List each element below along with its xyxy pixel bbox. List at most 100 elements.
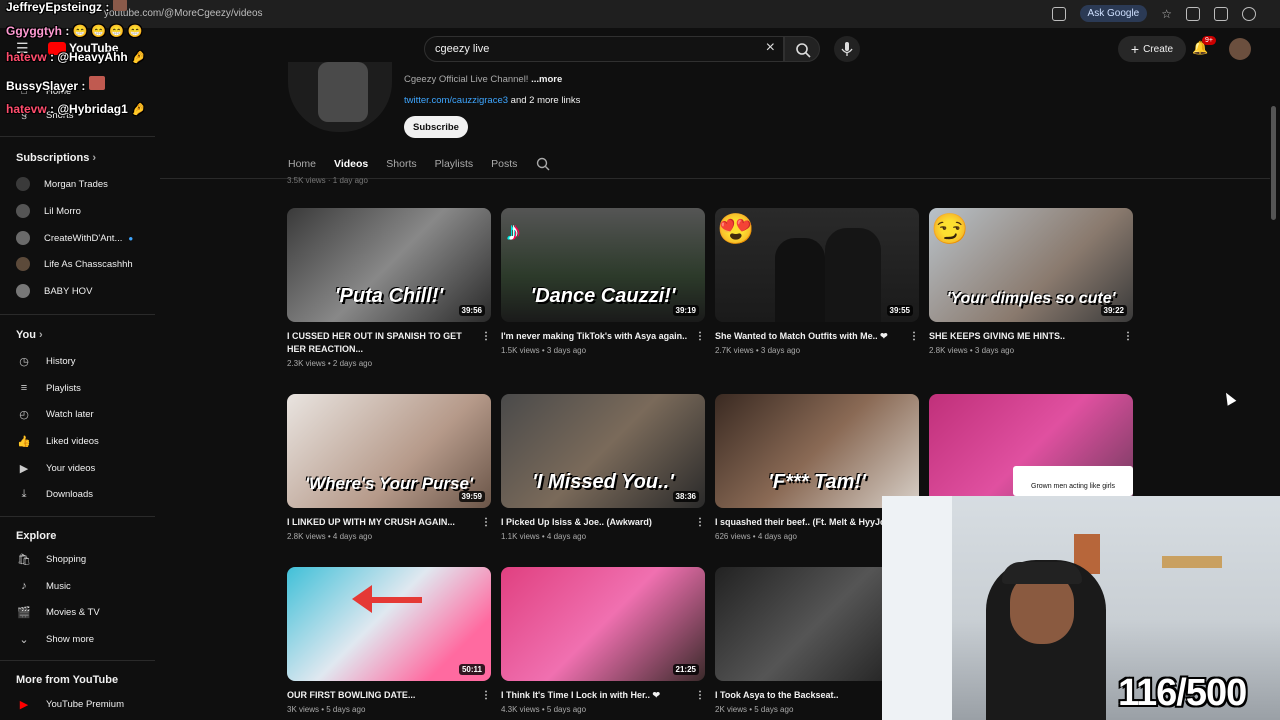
sidebar-item-premium[interactable]: ▶ YouTube Premium	[16, 695, 124, 713]
tab-videos[interactable]: Videos	[334, 158, 368, 170]
tab-posts[interactable]: Posts	[491, 158, 517, 170]
video-title[interactable]: I'm never making TikTok's with Asya agai…	[501, 330, 705, 343]
more-options-icon[interactable]: ⋮	[695, 330, 705, 343]
sidebar-item-history[interactable]: ◷ History	[16, 352, 76, 370]
video-card[interactable]: 'Where's Your Purse' 39:59 I LINKED UP W…	[287, 394, 491, 541]
voice-search-button[interactable]	[834, 36, 860, 62]
video-title[interactable]: I Think It's Time I Lock in with Her.. ❤…	[501, 689, 705, 702]
video-title[interactable]: OUR FIRST BOWLING DATE... ⋮	[287, 689, 491, 702]
heart-eyes-emoji-icon: 😍	[717, 213, 755, 246]
channel-search-icon[interactable]	[535, 156, 551, 172]
video-thumbnail[interactable]: 'Puta Chill!' 39:56	[287, 208, 491, 322]
more-link[interactable]: ...more	[528, 74, 562, 85]
thumbnail-person	[825, 228, 881, 322]
chevron-down-icon: ⌄	[19, 633, 29, 646]
sidebar-item-label: Music	[46, 580, 71, 592]
tab-shorts[interactable]: Shorts	[386, 158, 416, 170]
search-button[interactable]	[784, 36, 820, 62]
playlists-icon: ≡	[20, 382, 28, 394]
sidebar-item-watch-later[interactable]: ◴ Watch later	[16, 405, 94, 423]
ask-google-label: Ask Google	[1087, 8, 1140, 19]
tab-playlists[interactable]: Playlists	[435, 158, 474, 170]
sidebar-item-subscription[interactable]: CreateWithD'Ant... ●	[16, 229, 133, 247]
more-options-icon[interactable]: ⋮	[909, 330, 919, 343]
plus-icon: +	[1130, 41, 1140, 57]
sidebar-item-show-more[interactable]: ⌄ Show more	[16, 630, 94, 648]
video-card[interactable]: 50:11 OUR FIRST BOWLING DATE... ⋮ 3K view…	[287, 567, 491, 714]
sidebar-item-label: Movies & TV	[46, 606, 100, 618]
ask-google-button[interactable]: Ask Google	[1079, 5, 1148, 22]
video-thumbnail[interactable]: 'I Missed You..' 38:36	[501, 394, 705, 508]
sidebar-item-music[interactable]: ♪ Music	[16, 577, 71, 595]
search-box[interactable]: cgeezy live ×	[424, 36, 784, 62]
video-thumbnail[interactable]: 50:11	[287, 567, 491, 681]
sidebar-item-movies[interactable]: 🎬 Movies & TV	[16, 603, 100, 621]
video-title[interactable]: SHE KEEPS GIVING ME HINTS.. ⋮	[929, 330, 1133, 343]
channel-avatar-large[interactable]	[288, 62, 392, 132]
more-options-icon[interactable]: ⋮	[481, 330, 491, 343]
sidebar-item-shopping[interactable]: 🛍 Shopping	[16, 550, 86, 568]
channel-description[interactable]: Cgeezy Official Live Channel! ...more	[404, 74, 562, 85]
video-title-text: I Think It's Time I Lock in with Her.. ❤	[501, 690, 661, 700]
video-thumbnail[interactable]: Grown men acting like girls	[929, 394, 1133, 508]
video-card[interactable]: 'Puta Chill!' 39:56 I CUSSED HER OUT IN …	[287, 208, 491, 368]
sidebar-item-your-videos[interactable]: ▶ Your videos	[16, 459, 96, 477]
video-thumbnail[interactable]: 21:25	[501, 567, 705, 681]
clear-search-icon[interactable]: ×	[766, 39, 775, 57]
you-header[interactable]: You ›	[16, 329, 43, 341]
channel-tabs: Home Videos Shorts Playlists Posts	[288, 156, 551, 172]
side-panel-icon[interactable]	[1214, 6, 1228, 21]
address-bar[interactable]: youtube.com/@MoreCgeezy/videos	[104, 8, 263, 19]
create-button[interactable]: + Create	[1118, 36, 1186, 62]
search-input[interactable]: cgeezy live	[435, 43, 489, 55]
account-avatar[interactable]	[1229, 38, 1251, 60]
sidebar: ⌂ Home § Shorts Subscriptions › Morgan Tra…	[0, 68, 160, 720]
sidebar-divider	[0, 660, 155, 661]
sidebar-item-playlists[interactable]: ≡ Playlists	[16, 379, 81, 397]
more-options-icon[interactable]: ⋮	[481, 516, 491, 529]
extensions-icon[interactable]	[1186, 6, 1200, 21]
video-thumbnail[interactable]: 😍 39:55	[715, 208, 919, 322]
video-card[interactable]: 'I Missed You..' 38:36 I Picked Up Isiss…	[501, 394, 705, 541]
video-card[interactable]: 😏 'Your dimples so cute' 39:22 SHE KEEPS…	[929, 208, 1133, 355]
sidebar-item-liked-videos[interactable]: 👍 Liked videos	[16, 432, 99, 450]
bookmark-star-icon[interactable]: ☆	[1161, 7, 1172, 21]
more-options-icon[interactable]: ⋮	[481, 689, 491, 702]
sidebar-item-subscription[interactable]: Morgan Trades	[16, 175, 108, 193]
subscribe-button[interactable]: Subscribe	[404, 116, 468, 138]
sidebar-item-subscription[interactable]: Lil Morro	[16, 202, 81, 220]
more-options-icon[interactable]: ⋮	[695, 516, 705, 529]
sidebar-item-subscription[interactable]: BABY HOV	[16, 282, 92, 300]
video-thumbnail[interactable]: ♪ 'Dance Cauzzi!' 39:19	[501, 208, 705, 322]
video-thumbnail[interactable]: 'Where's Your Purse' 39:59	[287, 394, 491, 508]
channel-link[interactable]: twitter.com/cauzzigrace3	[404, 95, 508, 106]
chat-separator: :	[62, 24, 73, 38]
sidebar-item-label: History	[46, 355, 76, 367]
video-thumbnail[interactable]: 'F*** Tam!'	[715, 394, 919, 508]
video-card[interactable]: 21:25 I Think It's Time I Lock in with H…	[501, 567, 705, 714]
subscription-label: CreateWithD'Ant...	[44, 232, 123, 244]
more-options-icon[interactable]: ⋮	[695, 689, 705, 702]
video-card[interactable]: 😍 39:55 She Wanted to Match Outfits with…	[715, 208, 919, 355]
video-meta: 3K views • 5 days ago	[287, 705, 366, 714]
video-card[interactable]: Grown men acting like girls	[929, 394, 1133, 508]
sidebar-item-downloads[interactable]: ⤓ Downloads	[16, 485, 93, 503]
video-card[interactable]: ♪ 'Dance Cauzzi!' 39:19 I'm never making…	[501, 208, 705, 355]
video-title[interactable]: She Wanted to Match Outfits with Me.. ❤ ⋮	[715, 330, 919, 343]
chat-message: JeffreyEpsteingz :	[6, 0, 127, 14]
page-scrollbar[interactable]	[1271, 106, 1276, 220]
profile-icon[interactable]	[1242, 6, 1256, 21]
video-title[interactable]: I CUSSED HER OUT IN SPANISH TO GET HER R…	[287, 330, 491, 356]
more-options-icon[interactable]: ⋮	[1123, 330, 1133, 343]
video-title[interactable]: I LINKED UP WITH MY CRUSH AGAIN... ⋮	[287, 516, 491, 529]
sidebar-item-label: YouTube Premium	[46, 698, 124, 710]
video-thumbnail[interactable]: 😏 'Your dimples so cute' 39:22	[929, 208, 1133, 322]
more-links-link[interactable]: and 2 more links	[508, 95, 581, 106]
subscriber-goal-counter: 116/500	[1118, 672, 1247, 714]
channel-avatar	[16, 257, 30, 271]
screen-cast-icon[interactable]	[1051, 6, 1066, 21]
tab-home[interactable]: Home	[288, 158, 316, 170]
subscriptions-header[interactable]: Subscriptions ›	[16, 152, 96, 164]
sidebar-item-subscription[interactable]: Life As Chasscashhh	[16, 255, 133, 273]
video-title[interactable]: I Picked Up Isiss & Joe.. (Awkward) ⋮	[501, 516, 705, 529]
